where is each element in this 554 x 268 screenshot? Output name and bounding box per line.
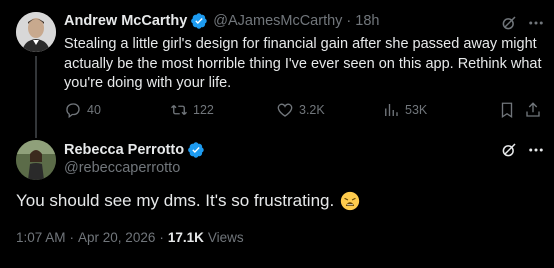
tweet-text: You should see my dms. It's so frustrati… xyxy=(16,190,360,212)
like-button[interactable]: 3.2K xyxy=(276,100,325,120)
thread-line xyxy=(35,56,37,138)
like-count: 3.2K xyxy=(299,103,325,117)
author-handle[interactable]: @rebeccaperrotto xyxy=(64,160,180,176)
views-count: 17.1K xyxy=(167,230,204,245)
tweet-actions: 40 122 3.2K 53K xyxy=(64,100,544,120)
tweet-text: Stealing a little girl's design for fina… xyxy=(64,36,542,91)
tweet-timestamp[interactable]: 1:07 AM xyxy=(16,230,66,245)
views-button[interactable]: 53K xyxy=(382,100,427,120)
retweet-button[interactable]: 122 xyxy=(170,100,214,120)
bookmark-icon xyxy=(501,102,513,119)
separator-dot: · xyxy=(159,230,164,245)
retweet-icon xyxy=(171,105,187,115)
share-button[interactable] xyxy=(524,100,547,120)
tweet-meta: 1:07 AM · Apr 20, 2026 · 17.1K Views xyxy=(16,230,244,245)
views-count: 53K xyxy=(405,103,428,117)
verified-badge-icon xyxy=(191,13,207,29)
avatar-rebecca-perrotto[interactable] xyxy=(16,140,56,180)
tweet-text-content: You should see my dms. It's so frustrati… xyxy=(16,191,335,210)
separator-dot: · xyxy=(346,13,352,29)
avatar-andrew-mccarthy[interactable] xyxy=(16,12,56,52)
share-icon xyxy=(526,102,540,117)
verified-badge-icon xyxy=(188,142,204,158)
views-label: Views xyxy=(207,230,244,245)
more-icon[interactable] xyxy=(527,141,545,159)
tweet2-header: Rebecca Perrotto xyxy=(64,141,210,159)
tweet-time[interactable]: 18h xyxy=(355,13,379,29)
bookmark-button[interactable] xyxy=(498,100,521,120)
author-name[interactable]: Rebecca Perrotto xyxy=(64,142,184,158)
views-icon xyxy=(385,104,398,116)
like-icon xyxy=(277,103,293,117)
retweet-count: 122 xyxy=(193,103,214,117)
reply-count: 40 xyxy=(87,103,101,117)
separator-dot: · xyxy=(69,230,75,245)
grok-icon[interactable] xyxy=(500,14,518,32)
tweet-date[interactable]: Apr 20, 2026 xyxy=(78,230,155,245)
reply-icon xyxy=(66,103,80,119)
reply-button[interactable]: 40 xyxy=(64,100,101,120)
more-icon[interactable] xyxy=(527,14,545,32)
author-name[interactable]: Andrew McCarthy xyxy=(64,13,187,29)
grok-icon[interactable] xyxy=(500,141,518,159)
author-handle[interactable]: @AJamesMcCarthy xyxy=(213,13,342,29)
tweet1-header: Andrew McCarthy @AJamesMcCarthy · 18h xyxy=(64,12,379,30)
weary-face-emoji xyxy=(341,191,360,211)
